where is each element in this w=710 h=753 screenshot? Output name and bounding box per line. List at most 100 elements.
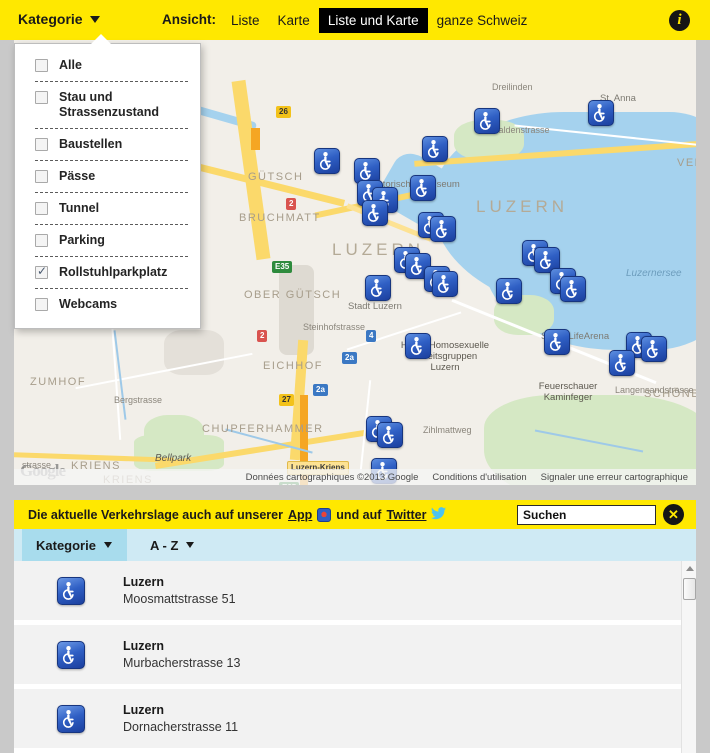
twitter-bird-svg xyxy=(431,507,446,520)
dropdown-item-parking[interactable]: Parking xyxy=(15,225,200,256)
list-item[interactable]: LuzernMoosmattstrasse 51 xyxy=(14,561,681,625)
row-icon-wrap xyxy=(57,577,85,605)
attribution-report[interactable]: Signaler une erreur cartographique xyxy=(541,472,688,483)
checkbox-icon[interactable] xyxy=(35,91,48,104)
map-label: Zihlmattweg xyxy=(423,425,472,435)
wheelchair-parking-marker-icon[interactable] xyxy=(641,336,667,362)
promo-text-before: Die aktuelle Verkehrslage auch auf unser… xyxy=(28,508,283,522)
map-label: Dreilinden xyxy=(492,82,533,92)
map-label: LUZERN xyxy=(476,197,568,217)
wheelchair-parking-marker-icon[interactable] xyxy=(365,275,391,301)
checkbox-icon[interactable] xyxy=(35,202,48,215)
results-list-container[interactable]: LuzernMoosmattstrasse 51LuzernMurbachers… xyxy=(14,561,696,753)
map-label: Langensandstrasse xyxy=(615,385,694,395)
view-tab-group[interactable]: ListeKarteListe und Karteganze Schweiz xyxy=(222,5,536,35)
list-item[interactable]: LuzernDornacherstrasse 11 xyxy=(14,689,681,753)
scroll-up-arrow-icon[interactable] xyxy=(682,561,696,575)
dropdown-item-p-sse[interactable]: Pässe xyxy=(15,161,200,192)
wheelchair-parking-marker-icon[interactable] xyxy=(432,271,458,297)
search-input[interactable] xyxy=(517,505,656,525)
chevron-down-icon xyxy=(90,16,101,23)
map-label: Haldenstrasse xyxy=(492,125,550,135)
attribution-terms[interactable]: Conditions d'utilisation xyxy=(432,472,526,483)
map-road-orange2 xyxy=(251,128,260,150)
row-icon-wrap xyxy=(57,705,85,733)
chevron-down-icon xyxy=(104,542,113,548)
wheelchair-parking-marker-icon[interactable] xyxy=(474,108,500,134)
wheelchair-parking-marker-icon[interactable] xyxy=(405,333,431,359)
clear-search-icon[interactable]: ✕ xyxy=(663,504,684,525)
view-tab-ganze-schweiz[interactable]: ganze Schweiz xyxy=(428,8,537,33)
scrollbar-thumb[interactable] xyxy=(683,578,696,600)
dropdown-item-webcams[interactable]: Webcams xyxy=(15,289,200,320)
map-label: Luzernersee xyxy=(626,268,682,279)
dropdown-item-label: Stau und Strassenzustand xyxy=(59,90,190,120)
wheelchair-parking-marker-icon[interactable] xyxy=(560,276,586,302)
wheelchair-parking-marker-icon[interactable] xyxy=(422,136,448,162)
dropdown-item-rollstuhlparkplatz[interactable]: Rollstuhlparkplatz xyxy=(15,257,200,288)
results-list[interactable]: LuzernMoosmattstrasse 51LuzernMurbachers… xyxy=(14,561,681,753)
dropdown-item-tunnel[interactable]: Tunnel xyxy=(15,193,200,224)
kategorie-dropdown-menu[interactable]: Alle Stau und Strassenzustand Baustellen Pä… xyxy=(14,43,201,329)
checkbox-icon[interactable] xyxy=(35,298,48,311)
wheelchair-parking-marker-icon[interactable] xyxy=(362,200,388,226)
wheelchair-icon xyxy=(57,705,85,733)
checkbox-icon[interactable] xyxy=(35,234,48,247)
list-item-city: Luzern xyxy=(123,638,240,654)
map-attribution: Données cartographiques ©2013 Google Con… xyxy=(14,469,696,485)
filter-tab-az[interactable]: A - Z xyxy=(136,529,209,561)
wheelchair-parking-marker-icon[interactable] xyxy=(377,422,403,448)
filter-tab-kategorie-label: Kategorie xyxy=(36,538,96,553)
wheelchair-parking-marker-icon[interactable] xyxy=(314,148,340,174)
promo-text: Die aktuelle Verkehrslage auch auf unser… xyxy=(28,507,446,522)
app-root: DreilindenSt. AnnaHaldenstrasseVERKE26GÜ… xyxy=(0,0,710,753)
map-road-y2 xyxy=(232,80,271,260)
page-margin-left xyxy=(0,40,14,753)
list-filter-bar: Kategorie A - Z xyxy=(14,529,696,561)
list-item-address: Moosmattstrasse 51 xyxy=(123,590,236,608)
dropdown-item-label: Pässe xyxy=(59,169,95,184)
map-shield: E35 xyxy=(272,261,292,273)
map-shield: 2a xyxy=(313,384,328,396)
promo-bar: Die aktuelle Verkehrslage auch auf unser… xyxy=(14,500,696,529)
map-label: VERKE xyxy=(677,157,696,169)
list-item[interactable]: LuzernMurbacherstrasse 13 xyxy=(14,625,681,689)
checkbox-icon[interactable] xyxy=(35,170,48,183)
wheelchair-parking-marker-icon[interactable] xyxy=(410,175,436,201)
map-label: Stadt Luzern xyxy=(348,301,402,312)
map-label: ZUMHOF xyxy=(30,376,86,388)
dropdown-item-baustellen[interactable]: Baustellen xyxy=(15,129,200,160)
twitter-link[interactable]: Twitter xyxy=(386,508,426,522)
list-item-address: Dornacherstrasse 11 xyxy=(123,718,238,736)
twitter-bird-icon[interactable] xyxy=(431,507,446,522)
list-item-city: Luzern xyxy=(123,574,236,590)
chevron-down-icon xyxy=(186,542,195,548)
dropdown-item-alle[interactable]: Alle xyxy=(15,50,200,81)
wheelchair-parking-marker-icon[interactable] xyxy=(430,216,456,242)
wheelchair-parking-marker-icon[interactable] xyxy=(496,278,522,304)
wheelchair-parking-marker-icon[interactable] xyxy=(588,100,614,126)
info-icon[interactable]: i xyxy=(669,10,690,31)
checkbox-icon[interactable] xyxy=(35,266,48,279)
row-icon-wrap xyxy=(57,641,85,669)
map-shield: 2 xyxy=(286,198,296,210)
map-shield: 2a xyxy=(342,352,357,364)
checkbox-icon[interactable] xyxy=(35,59,48,72)
page-margin-right xyxy=(696,40,710,753)
view-tab-karte[interactable]: Karte xyxy=(269,8,319,33)
list-scrollbar[interactable] xyxy=(681,561,696,753)
dropdown-arrow-icon xyxy=(90,34,112,45)
map-label: EICHHOF xyxy=(263,360,323,372)
map-label: Feuerschauer Kaminfeger xyxy=(523,381,613,403)
kategorie-dropdown-button[interactable]: Kategorie xyxy=(18,11,101,27)
checkbox-icon[interactable] xyxy=(35,138,48,151)
wheelchair-parking-marker-icon[interactable] xyxy=(544,329,570,355)
wheelchair-parking-marker-icon[interactable] xyxy=(609,350,635,376)
dropdown-item-stau-und-strassenzustand[interactable]: Stau und Strassenzustand xyxy=(15,82,200,128)
view-tab-liste[interactable]: Liste xyxy=(222,8,269,33)
view-tab-liste-und-karte[interactable]: Liste und Karte xyxy=(319,8,428,33)
app-link[interactable]: App xyxy=(288,508,312,522)
filter-tab-kategorie[interactable]: Kategorie xyxy=(22,529,127,561)
page-gap xyxy=(14,485,696,500)
app-icon[interactable] xyxy=(317,508,331,522)
